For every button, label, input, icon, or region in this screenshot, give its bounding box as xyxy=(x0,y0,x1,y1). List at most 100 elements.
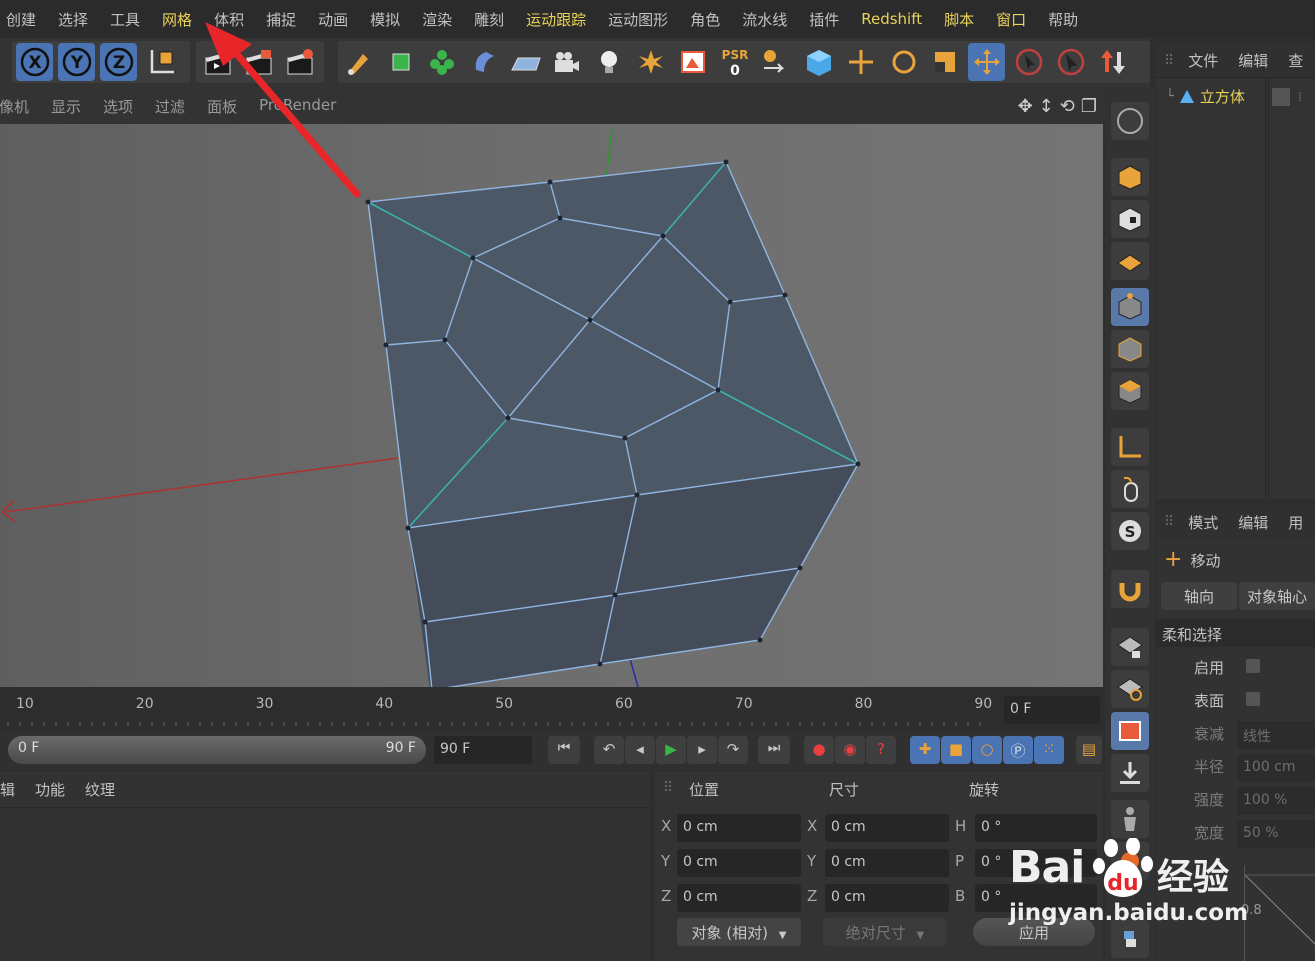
rotation-field[interactable]: 0 ° xyxy=(975,814,1097,842)
dolly-icon[interactable]: ↕ xyxy=(1039,96,1054,117)
deformer-button[interactable] xyxy=(465,43,502,81)
rotate-tool-button[interactable] xyxy=(885,43,922,81)
camera-button[interactable] xyxy=(548,43,585,81)
model-mode-button[interactable] xyxy=(1111,102,1149,140)
key-scale-button[interactable]: ■ xyxy=(941,736,971,764)
position-field[interactable]: 0 cm xyxy=(677,814,801,842)
material-menu-item[interactable]: 辑 xyxy=(0,779,25,800)
sculpt-button[interactable] xyxy=(1111,800,1149,838)
tag-button[interactable] xyxy=(674,43,711,81)
workplane-rotate-button[interactable] xyxy=(1111,670,1149,708)
cube-button[interactable] xyxy=(800,43,837,81)
position-field[interactable]: 0 cm xyxy=(677,884,801,912)
apply-button[interactable]: 应用 xyxy=(973,918,1095,946)
orbit-icon[interactable]: ⟲ xyxy=(1060,96,1075,117)
attribute-manager-menu-item[interactable]: 用 xyxy=(1278,512,1313,533)
effector-button[interactable] xyxy=(632,43,669,81)
key-rotation-button[interactable]: ○ xyxy=(972,736,1002,764)
record-button[interactable]: ● xyxy=(804,736,834,764)
y-axis-lock-button[interactable]: Y xyxy=(58,43,95,81)
key-parameter-button[interactable]: Ⓟ xyxy=(1003,736,1033,764)
menu-item[interactable]: 创建 xyxy=(0,9,47,30)
menu-item[interactable]: 体积 xyxy=(203,9,255,30)
viewport-menu-item[interactable]: 显示 xyxy=(40,96,92,117)
paint-button[interactable] xyxy=(1111,842,1149,880)
points-mode-button[interactable] xyxy=(1111,288,1149,326)
layer-icon[interactable] xyxy=(1272,88,1290,106)
menu-item[interactable]: 工具 xyxy=(99,9,151,30)
texture-mode-button[interactable] xyxy=(1111,200,1149,238)
timeline-ruler[interactable]: 10 20 30 40 50 60 70 80 90 0 F xyxy=(0,688,1103,730)
key-position-button[interactable]: ✚ xyxy=(910,736,940,764)
light-button[interactable] xyxy=(590,43,627,81)
lock-workplane-button[interactable] xyxy=(1111,628,1149,666)
menu-item[interactable]: 渲染 xyxy=(411,9,463,30)
menu-item[interactable]: Redshift xyxy=(850,10,933,28)
checkbox[interactable] xyxy=(1246,659,1260,673)
next-keyframe-button[interactable]: ↷ xyxy=(718,736,748,764)
menu-item[interactable]: 角色 xyxy=(679,9,731,30)
move-tool-button[interactable] xyxy=(968,43,1005,81)
rotation-field[interactable]: 0 ° xyxy=(975,884,1097,912)
tweak-mode-button[interactable] xyxy=(1111,470,1149,508)
key-pla-button[interactable]: ⁙ xyxy=(1034,736,1064,764)
z-axis-lock-button[interactable]: Z xyxy=(100,43,137,81)
edges-mode-button[interactable] xyxy=(1111,330,1149,368)
object-manager-menu-item[interactable]: 文件 xyxy=(1178,50,1228,71)
rotation-field[interactable]: 0 ° xyxy=(975,849,1097,877)
object-manager-menu-item[interactable]: 编辑 xyxy=(1228,50,1278,71)
render-view-button[interactable] xyxy=(199,43,236,81)
material-menu-item[interactable]: 纹理 xyxy=(75,779,125,800)
coordinate-system-button[interactable] xyxy=(143,43,180,81)
object-row-cube[interactable]: └ 立方体 xyxy=(1166,86,1245,107)
current-frame-field[interactable]: 0 F xyxy=(1004,696,1100,724)
magnet-button[interactable] xyxy=(1111,570,1149,608)
play-button[interactable]: ▶ xyxy=(656,736,686,764)
floor-button[interactable] xyxy=(507,43,544,81)
field-value[interactable]: 50 % xyxy=(1237,820,1315,848)
pen-tool-button[interactable] xyxy=(340,43,377,81)
workplane-button[interactable] xyxy=(1111,242,1149,280)
python-button[interactable] xyxy=(1111,920,1149,958)
size-field[interactable]: 0 cm xyxy=(825,849,949,877)
viewport-menu-item[interactable]: 选项 xyxy=(92,96,144,117)
subdivision-button[interactable] xyxy=(382,43,419,81)
axis-mode-button[interactable] xyxy=(1111,428,1149,466)
menu-item[interactable]: 模拟 xyxy=(359,9,411,30)
tab-object-axis[interactable]: 对象轴心 xyxy=(1239,582,1315,610)
object-manager-menu-item[interactable]: 查 xyxy=(1278,50,1313,71)
cloner-button[interactable] xyxy=(423,43,460,81)
viewport-menu-item[interactable]: 像机 xyxy=(0,96,40,117)
frame-range-slider[interactable]: 0 F 90 F xyxy=(8,736,426,764)
field-value[interactable]: 线性 xyxy=(1237,721,1315,749)
next-frame-button[interactable]: ▸ xyxy=(687,736,717,764)
polygons-mode-button[interactable] xyxy=(1111,372,1149,410)
film-strip-button[interactable]: ▤ xyxy=(1076,736,1102,764)
menu-item[interactable]: 插件 xyxy=(798,9,850,30)
soft-selection-section[interactable]: 柔和选择 xyxy=(1156,619,1315,647)
menu-item[interactable]: 动画 xyxy=(307,9,359,30)
pan-icon[interactable]: ✥ xyxy=(1018,96,1033,117)
menu-item[interactable]: 运动图形 xyxy=(597,9,679,30)
psr-button[interactable]: PSR 0 xyxy=(716,43,753,81)
prev-frame-button[interactable]: ◂ xyxy=(625,736,655,764)
3d-viewport[interactable] xyxy=(0,124,1103,687)
menu-item[interactable]: 选择 xyxy=(47,9,99,30)
menu-item[interactable]: 窗口 xyxy=(985,9,1037,30)
select-tool-button[interactable] xyxy=(1052,43,1089,81)
render-settings-button[interactable] xyxy=(281,43,318,81)
snap-button[interactable]: S xyxy=(1111,512,1149,550)
field-value[interactable]: 100 % xyxy=(1237,787,1315,815)
menu-item[interactable]: 流水线 xyxy=(731,9,798,30)
viewport-menu-item[interactable]: 面板 xyxy=(196,96,248,117)
x-axis-lock-button[interactable]: X xyxy=(16,43,53,81)
prev-keyframe-button[interactable]: ↶ xyxy=(594,736,624,764)
scale-tool-button[interactable] xyxy=(926,43,963,81)
live-selection-button[interactable] xyxy=(1010,43,1047,81)
menu-item[interactable]: 运动跟踪 xyxy=(515,9,597,30)
viewport-menu-item[interactable]: ProRender xyxy=(248,96,347,117)
size-field[interactable]: 0 cm xyxy=(825,814,949,842)
attribute-manager-menu-item[interactable]: 编辑 xyxy=(1228,512,1278,533)
viewport-menu-item[interactable]: 过滤 xyxy=(144,96,196,117)
goto-end-button[interactable]: ⏭ xyxy=(758,736,790,764)
